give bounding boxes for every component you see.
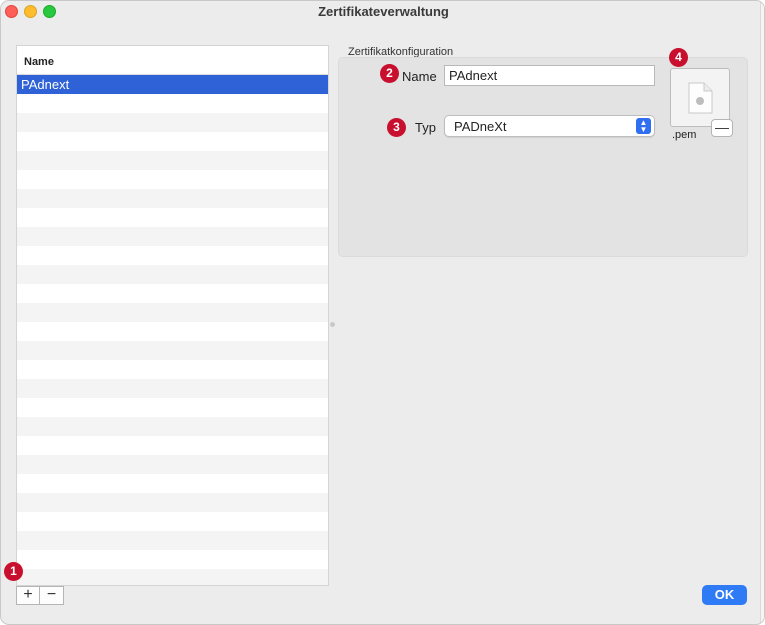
- type-select[interactable]: PADneXt ▲ ▼: [444, 115, 655, 137]
- list-row: [17, 455, 328, 474]
- type-select-value: PADneXt: [454, 119, 507, 134]
- list-column-header-name[interactable]: Name: [17, 46, 328, 75]
- list-row: [17, 417, 328, 436]
- list-row: [17, 436, 328, 455]
- annotation-badge-3: 3: [387, 118, 406, 137]
- list-row: [17, 474, 328, 493]
- annotation-badge-4: 4: [669, 48, 688, 67]
- name-label: Name: [402, 69, 437, 84]
- list-row: [17, 246, 328, 265]
- list-row: [17, 531, 328, 550]
- document-icon: [688, 82, 713, 114]
- list-row: [17, 341, 328, 360]
- window-edge: [760, 1, 764, 624]
- split-view-divider-handle[interactable]: [330, 322, 335, 327]
- list-row: [17, 94, 328, 113]
- title-bar: Zertifikateverwaltung: [1, 1, 764, 23]
- list-row: [17, 398, 328, 417]
- list-row: [17, 132, 328, 151]
- remove-file-button[interactable]: —: [711, 119, 733, 137]
- list-row: [17, 322, 328, 341]
- list-row: [17, 569, 328, 585]
- file-extension-label: .pem: [672, 129, 697, 141]
- list-row: [17, 170, 328, 189]
- list-row: [17, 360, 328, 379]
- list-row: [17, 303, 328, 322]
- list-row: [17, 113, 328, 132]
- list-row: [17, 550, 328, 569]
- list-edit-buttons: + −: [16, 586, 64, 605]
- certificate-list[interactable]: Name PAdnext: [16, 45, 329, 586]
- list-row: [17, 265, 328, 284]
- list-row: [17, 208, 328, 227]
- list-row: [17, 151, 328, 170]
- remove-certificate-button[interactable]: −: [40, 587, 63, 604]
- annotation-badge-1: 1: [4, 562, 23, 581]
- list-row: [17, 227, 328, 246]
- list-row: [17, 379, 328, 398]
- list-row: [17, 284, 328, 303]
- chevron-up-down-icon: ▲ ▼: [636, 118, 651, 134]
- list-item-certificate[interactable]: PAdnext: [17, 75, 328, 94]
- window-title: Zertifikateverwaltung: [318, 4, 449, 19]
- list-row: [17, 189, 328, 208]
- list-row: [17, 512, 328, 531]
- annotation-badge-2: 2: [380, 64, 399, 83]
- certificate-manager-window: Zertifikateverwaltung Name PAdnext + − Z…: [0, 0, 765, 625]
- name-input[interactable]: PAdnext: [444, 65, 655, 86]
- type-label: Typ: [415, 120, 436, 135]
- add-certificate-button[interactable]: +: [17, 587, 40, 604]
- list-row: [17, 493, 328, 512]
- ok-button[interactable]: OK: [702, 585, 747, 605]
